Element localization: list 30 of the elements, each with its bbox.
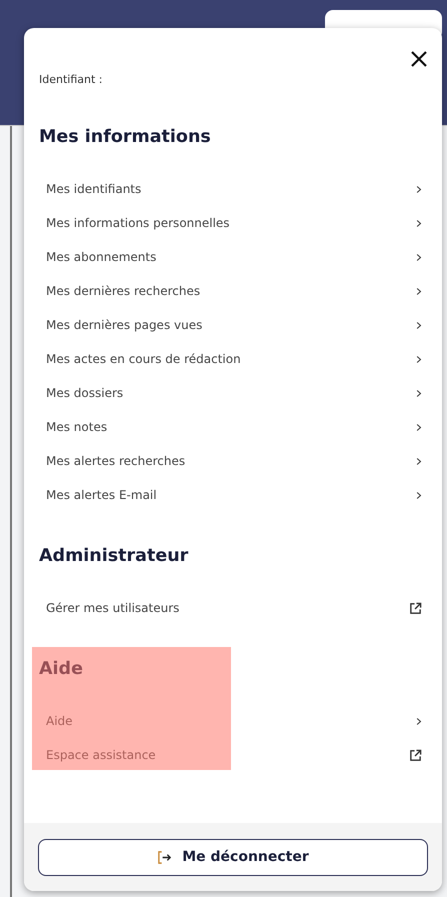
menu-item[interactable]: Mes informations personnelles	[39, 206, 442, 240]
chevron-right-icon	[416, 286, 422, 296]
chevron-right-icon	[416, 490, 422, 500]
external-link-icon	[409, 748, 422, 762]
section-heading: Aide	[39, 658, 84, 681]
logout-button[interactable]: Me déconnecter	[38, 838, 428, 876]
menu-item[interactable]: Mes dossiers	[39, 376, 442, 410]
menu-item[interactable]: Mes actes en cours de rédaction	[39, 342, 442, 376]
external-link-icon	[409, 602, 422, 614]
chevron-right-icon	[416, 354, 422, 364]
chevron-right-icon	[416, 422, 422, 432]
chevron-right-icon	[416, 218, 422, 228]
chevron-right-icon	[416, 388, 422, 398]
menu-item[interactable]: Mes alertes E-mail	[39, 478, 442, 512]
chevron-right-icon	[416, 716, 422, 726]
chevron-right-icon	[416, 252, 422, 262]
chevron-right-icon	[416, 456, 422, 466]
menu-item[interactable]: Mes dernières recherches	[39, 274, 442, 308]
menu-item[interactable]: Mes abonnements	[39, 240, 442, 274]
identifier-label: Identifiant :	[39, 72, 104, 88]
menu-item[interactable]: Gérer mes utilisateurs	[39, 591, 442, 625]
section-heading: Mes informations	[39, 126, 212, 149]
menu-item[interactable]: Mes alertes recherches	[39, 444, 442, 478]
section-heading: Administrateur	[39, 545, 190, 568]
menu-item[interactable]: Mes notes	[39, 410, 442, 444]
logout-icon	[157, 850, 172, 864]
chevron-right-icon	[416, 320, 422, 330]
menu-item[interactable]: Mes identifiants	[39, 172, 442, 206]
menu-item[interactable]: Mes dernières pages vues	[39, 308, 442, 342]
chevron-right-icon	[416, 184, 422, 194]
